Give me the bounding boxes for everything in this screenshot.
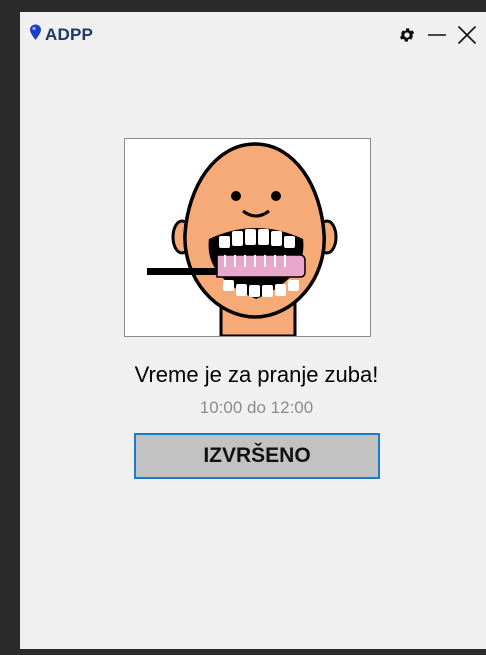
app-window: ADPP Vreme je za pranje zuba! 10:00 do 1…: [20, 12, 486, 649]
minimize-button[interactable]: [426, 24, 448, 46]
app-name: ADPP: [45, 25, 94, 44]
window-controls: [396, 24, 478, 46]
tooth-brushing-pictogram: [147, 142, 338, 336]
title-bar[interactable]: ADPP: [20, 12, 486, 58]
task-message: Vreme je za pranje zuba!: [134, 362, 379, 387]
task-picture: [124, 138, 371, 337]
app-title: ADPP: [29, 24, 93, 46]
task-time-range: 10:00 do 12:00: [199, 398, 314, 417]
close-icon: [457, 25, 477, 45]
gear-icon[interactable]: [396, 24, 418, 46]
done-button[interactable]: IZVRŠENO: [134, 433, 380, 479]
minimize-icon: [428, 34, 446, 36]
close-button[interactable]: [456, 24, 478, 46]
map-pin-icon: [29, 24, 42, 46]
